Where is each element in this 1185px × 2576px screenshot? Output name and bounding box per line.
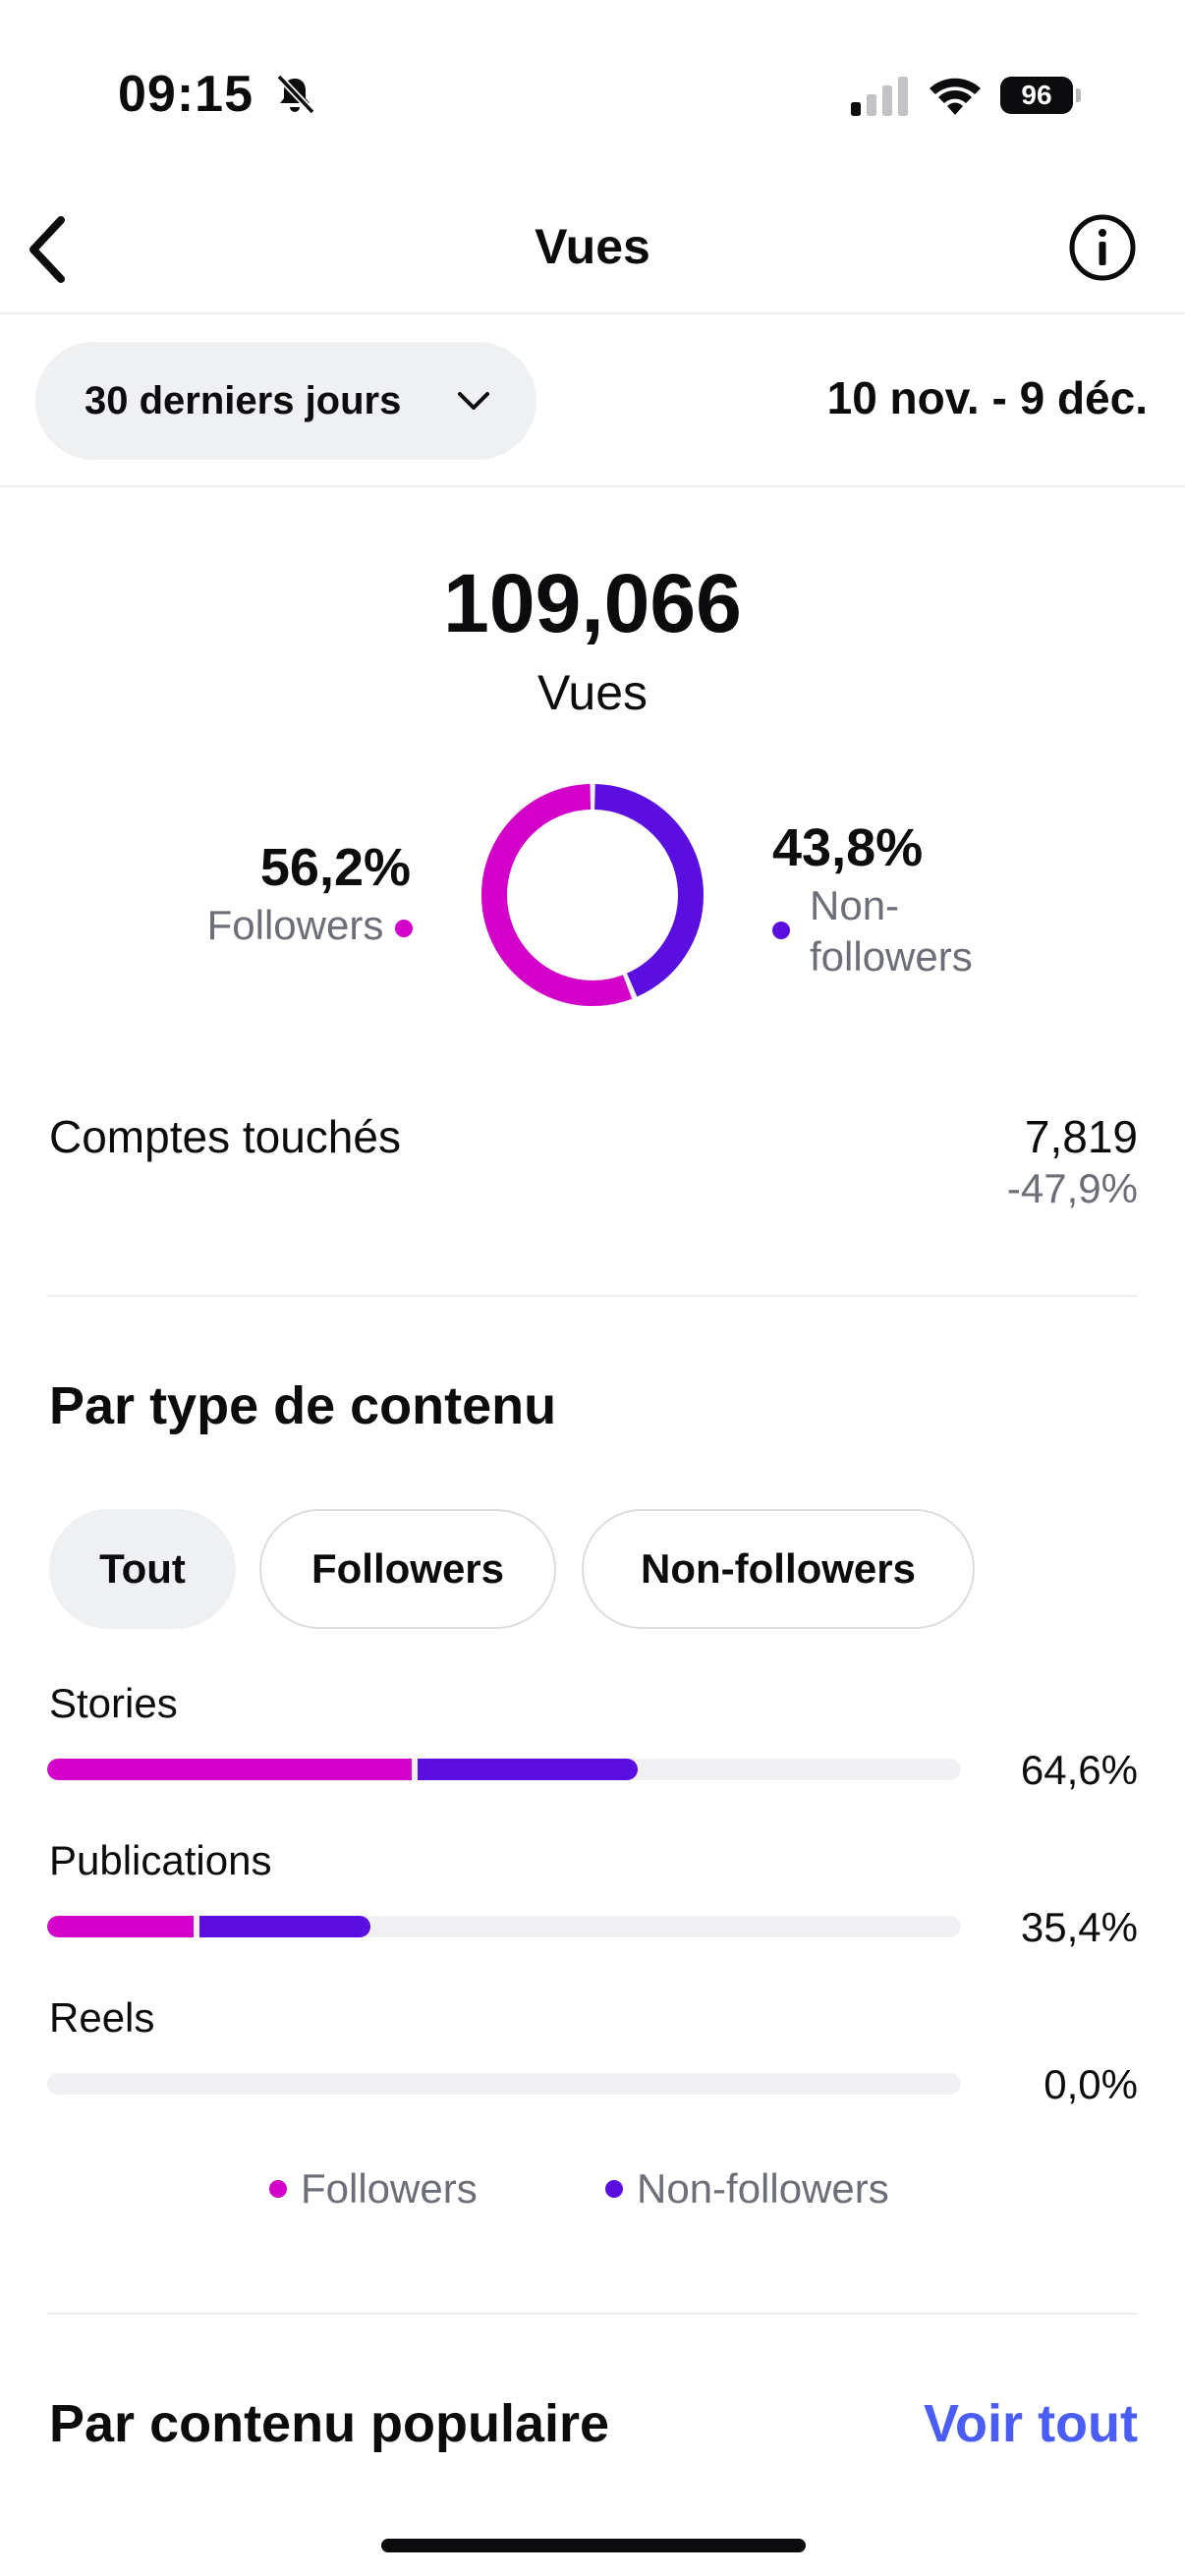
non-followers-legend: Non-followers [772, 880, 1026, 982]
legend-followers-label: Followers [301, 2165, 478, 2212]
info-circle-icon[interactable] [1067, 212, 1138, 283]
content-row-label-publications: Publications [49, 1837, 272, 1883]
range-dropdown-label: 30 derniers jours [85, 379, 402, 422]
battery-level: 96 [1000, 77, 1073, 114]
date-range-text: 10 nov. - 9 déc. [826, 372, 1148, 423]
followers-label: Followers [206, 902, 384, 948]
followers-dot [395, 919, 413, 937]
tab-non-followers[interactable]: Non-followers [582, 1509, 975, 1629]
followers-percentage: 56,2% [259, 838, 411, 897]
home-indicator [381, 2539, 806, 2552]
range-dropdown[interactable]: 30 derniers jours [35, 342, 536, 460]
content-row-label-stories: Stories [49, 1680, 178, 1726]
legend-followers: Followers [269, 2165, 478, 2212]
chart-legend: Followers Non-followers [0, 2165, 1185, 2224]
total-views-value: 109,066 [443, 557, 742, 649]
legend-non-followers-label: Non-followers [637, 2165, 889, 2212]
non-followers-label: Non-followers [810, 882, 973, 980]
status-bar: 09:15 96 [0, 0, 1185, 147]
chevron-down-icon [458, 392, 489, 410]
battery-icon: 96 [1000, 77, 1081, 114]
content-bar-reels [47, 2073, 961, 2095]
non-followers-bar-segment [198, 1916, 371, 1937]
content-row-value-publications: 35,4% [1020, 1904, 1138, 1950]
content-type-title: Par type de contenu [49, 1376, 557, 1435]
followers-dot [269, 2179, 287, 2198]
followers-bar-segment [47, 1759, 413, 1780]
nav-bar: Vues [0, 187, 1185, 314]
divider [47, 1295, 1138, 1297]
page-title: Vues [535, 219, 650, 274]
bell-slash-icon [276, 74, 315, 115]
accounts-reached-value: 7,819 [1024, 1111, 1138, 1162]
non-followers-dot [772, 922, 790, 939]
cellular-signal-icon [851, 77, 908, 116]
followers-bar-segment [47, 1916, 194, 1937]
divider [47, 2313, 1138, 2315]
total-views-label: Vues [536, 665, 649, 720]
wifi-icon [930, 78, 981, 115]
popular-content-title: Par contenu populaire [49, 2394, 610, 2453]
legend-non-followers: Non-followers [605, 2165, 889, 2212]
content-bar-stories [47, 1759, 961, 1780]
content-bar-publications [47, 1916, 961, 1937]
content-row-value-reels: 0,0% [1044, 2061, 1138, 2107]
non-followers-percentage: 43,8% [772, 818, 924, 877]
followers-donut-chart [481, 784, 704, 1006]
content-row-value-stories: 64,6% [1020, 1747, 1138, 1793]
tab-all[interactable]: Tout [49, 1509, 236, 1629]
content-row-label-reels: Reels [49, 1994, 155, 2041]
followers-legend: Followers [207, 902, 413, 949]
date-range-row: 30 derniers jours 10 nov. - 9 déc. [0, 316, 1185, 487]
non-followers-dot [605, 2179, 623, 2198]
see-all-link[interactable]: Voir tout [924, 2393, 1138, 2454]
accounts-reached-change: -47,9% [1006, 1165, 1138, 1211]
accounts-reached-label: Comptes touchés [49, 1111, 401, 1162]
status-time: 09:15 [118, 66, 254, 123]
tab-followers[interactable]: Followers [259, 1509, 556, 1629]
non-followers-bar-segment [418, 1759, 638, 1780]
